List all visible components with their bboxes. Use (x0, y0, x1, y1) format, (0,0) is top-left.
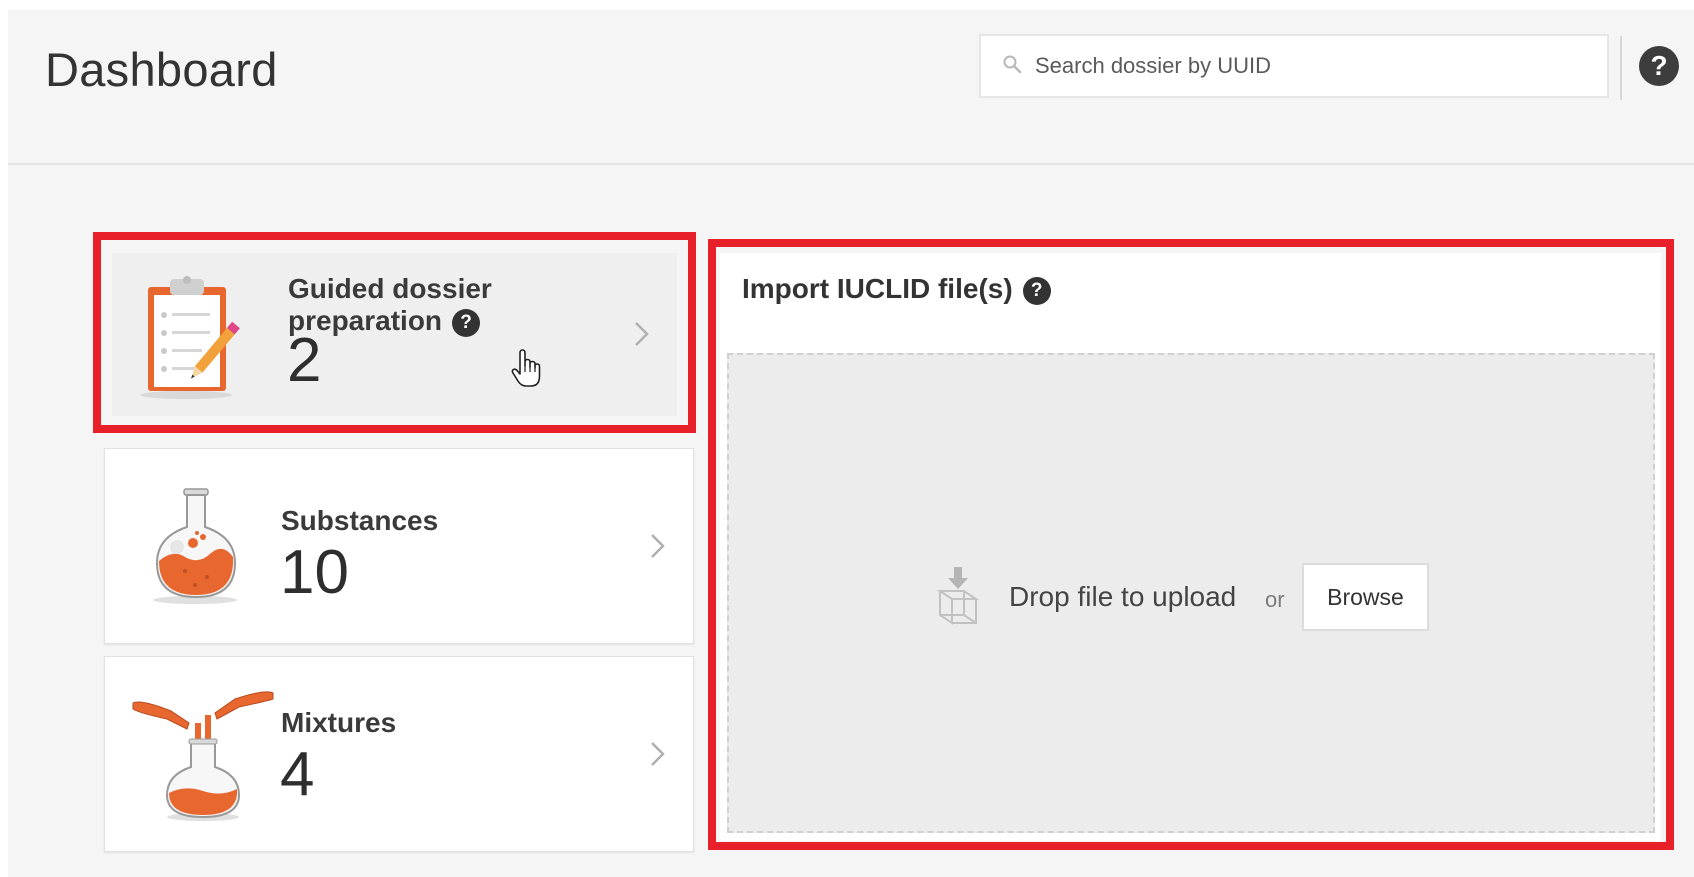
browse-button[interactable]: Browse (1302, 563, 1429, 631)
pouring-flasks-illustration (132, 691, 274, 821)
substances-card[interactable]: Substances 10 (104, 448, 694, 644)
import-panel: Import IUCLID file(s)? Drop file to uplo… (720, 253, 1661, 841)
substances-count: 10 (280, 538, 349, 607)
or-text: or (1265, 587, 1285, 612)
substances-label: Substances (281, 505, 439, 536)
mixtures-card[interactable]: Mixtures 4 (104, 656, 694, 852)
guided-dossier-card[interactable]: Guided dossier preparation? 2 (112, 253, 677, 416)
drop-file-text: Drop file to upload (1009, 581, 1237, 612)
mixtures-label: Mixtures (281, 707, 397, 738)
question-circle-icon[interactable]: ? (1639, 46, 1679, 86)
clipboard-pencil-illustration (140, 276, 240, 399)
app-window: Dashboard ? (8, 10, 1694, 877)
chevron-right-icon (635, 322, 649, 346)
search-icon (1003, 55, 1022, 74)
mixtures-count: 4 (280, 740, 315, 809)
question-circle-icon[interactable]: ? (1022, 277, 1051, 305)
chevron-right-icon (651, 534, 665, 558)
search-box[interactable] (979, 34, 1609, 98)
guided-dossier-count: 2 (287, 326, 322, 395)
header: Dashboard ? (8, 10, 1694, 165)
import-title: Import IUCLID file(s)? (742, 273, 1051, 305)
page-title: Dashboard (45, 43, 278, 96)
file-dropzone[interactable]: Drop file to upload or Browse (727, 353, 1655, 833)
search-input[interactable] (1035, 44, 1595, 88)
guided-dossier-label: Guided dossier preparation? (288, 273, 618, 337)
question-circle-icon[interactable]: ? (452, 309, 481, 337)
header-divider (1620, 36, 1622, 100)
flask-illustration (153, 488, 237, 604)
import-title-text: Import IUCLID file(s) (742, 273, 1013, 304)
chevron-right-icon (651, 742, 665, 766)
upload-box-icon (936, 567, 980, 625)
